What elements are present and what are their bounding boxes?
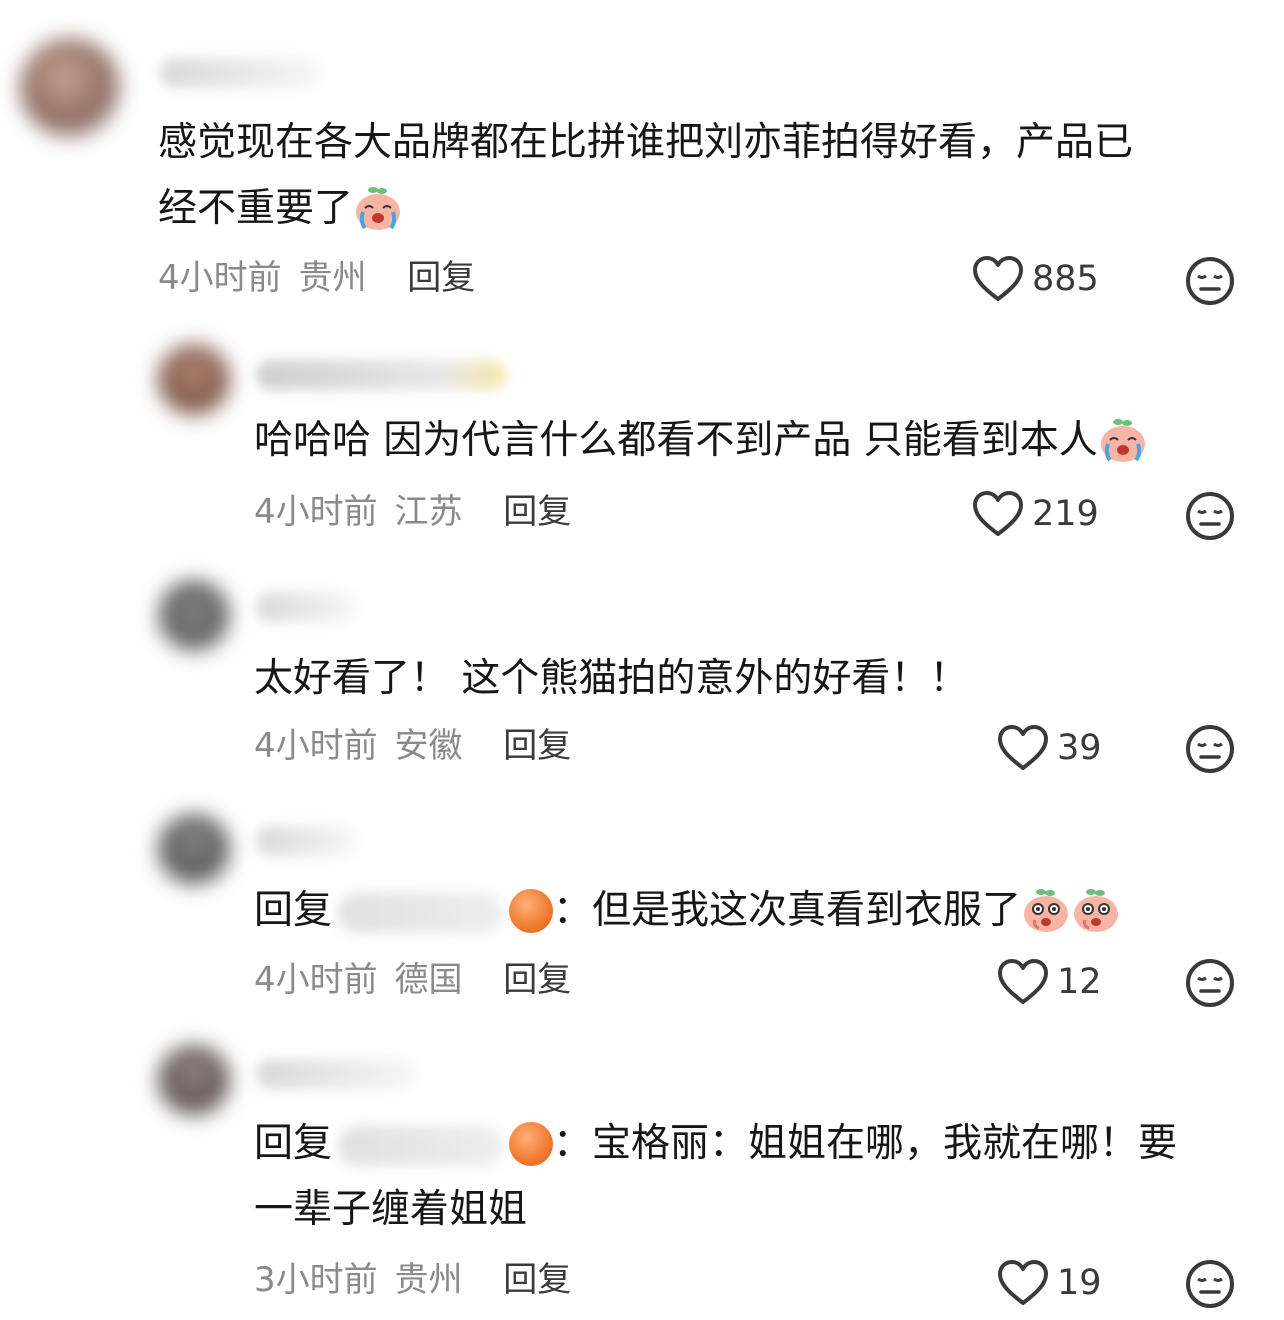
mentioned-username[interactable] xyxy=(338,1125,504,1166)
comment-text-line: ：但是我这次真看到衣服了 xyxy=(553,888,1022,933)
comment-time: 4小时前 xyxy=(158,258,282,298)
like-count: 219 xyxy=(1032,494,1099,534)
avatar[interactable] xyxy=(20,38,120,138)
like-button[interactable]: 39 xyxy=(997,724,1102,772)
comment-3: 太好看了！ 这个熊猫拍的意外的好看！！ 4小时前 安徽 回复 39 xyxy=(0,560,1284,800)
crying-peach-emoji xyxy=(1100,418,1145,462)
comment-text-line: ：宝格丽：姐姐在哪，我就在哪！要 xyxy=(553,1121,1178,1166)
like-button[interactable]: 219 xyxy=(972,490,1099,538)
neutral-face-icon[interactable] xyxy=(1185,724,1235,774)
shocked-peach-emoji xyxy=(1024,888,1069,932)
comment-location: 安徽 xyxy=(394,726,463,766)
comment-text-line: 感觉现在各大品牌都在比拼谁把刘亦菲拍得好看，产品已 xyxy=(158,120,1134,165)
comment-meta: 4小时前 德国 回复 xyxy=(254,960,571,1000)
heart-outline-icon xyxy=(998,1260,1048,1305)
comment-2: 哈哈哈 因为代言什么都看不到产品 只能看到本人 4小时前 江苏 回复 219 xyxy=(0,320,1284,560)
reply-prefix: 回复 xyxy=(254,888,333,933)
comment-text: 感觉现在各大品牌都在比拼谁把刘亦菲拍得好看，产品已 经不重要了 xyxy=(158,110,1133,242)
comment-text: 太好看了！ 这个熊猫拍的意外的好看！！ xyxy=(254,646,968,712)
comment-5: 回复 ：宝格丽：姐姐在哪，我就在哪！要 一辈子缠着姐姐 3小时前 贵州 回复 19 xyxy=(0,1035,1284,1320)
shocked-peach-emoji xyxy=(1074,888,1119,932)
reply-prefix: 回复 xyxy=(254,1121,333,1166)
neutral-face-icon[interactable] xyxy=(1185,958,1235,1008)
username[interactable] xyxy=(256,592,356,622)
username[interactable] xyxy=(256,826,356,856)
comment-time: 4小时前 xyxy=(254,492,378,532)
comment-meta: 4小时前 安徽 回复 xyxy=(254,726,571,766)
comment-1: 感觉现在各大品牌都在比拼谁把刘亦菲拍得好看，产品已 经不重要了 4小时前 贵州 … xyxy=(0,0,1284,320)
orange-badge-icon xyxy=(509,888,554,933)
comment-text-line: 一辈子缠着姐姐 xyxy=(254,1187,528,1232)
comment-location: 德国 xyxy=(394,960,463,1000)
avatar[interactable] xyxy=(158,344,230,416)
reply-button[interactable]: 回复 xyxy=(407,258,475,298)
like-button[interactable]: 19 xyxy=(997,1259,1102,1307)
crying-peach-emoji xyxy=(356,186,401,230)
username[interactable] xyxy=(160,58,320,88)
heart-outline-icon xyxy=(998,959,1048,1004)
heart-outline-icon xyxy=(973,491,1023,536)
heart-outline-icon xyxy=(973,256,1023,301)
orange-badge-icon xyxy=(509,1121,554,1166)
comment-location: 贵州 xyxy=(298,258,367,298)
comment-time: 4小时前 xyxy=(254,960,378,1000)
username[interactable] xyxy=(256,1059,416,1089)
comment-text-line: 经不重要了 xyxy=(158,186,354,231)
reply-button[interactable]: 回复 xyxy=(503,726,571,766)
reply-button[interactable]: 回复 xyxy=(503,492,571,532)
comment-text-line: 哈哈哈 因为代言什么都看不到产品 只能看到本人 xyxy=(254,418,1098,463)
comment-time: 4小时前 xyxy=(254,726,378,766)
username[interactable] xyxy=(256,360,506,390)
neutral-face-icon[interactable] xyxy=(1185,1259,1235,1309)
avatar[interactable] xyxy=(158,1045,230,1117)
reply-button[interactable]: 回复 xyxy=(503,1260,571,1300)
comment-text: 回复 ：但是我这次真看到衣服了 xyxy=(254,878,1121,944)
mentioned-username[interactable] xyxy=(338,892,504,933)
comment-4: 回复 ：但是我这次真看到衣服了 4小时前 德国 回复 12 xyxy=(0,800,1284,1035)
comment-location: 江苏 xyxy=(394,492,463,532)
avatar[interactable] xyxy=(158,580,230,652)
like-count: 19 xyxy=(1057,1263,1102,1303)
like-count: 39 xyxy=(1057,728,1102,768)
comment-location: 贵州 xyxy=(394,1260,463,1300)
reply-button[interactable]: 回复 xyxy=(503,960,571,1000)
comment-meta: 4小时前 贵州 回复 xyxy=(158,258,475,298)
comment-text: 哈哈哈 因为代言什么都看不到产品 只能看到本人 xyxy=(254,408,1148,474)
comment-text: 回复 ：宝格丽：姐姐在哪，我就在哪！要 一辈子缠着姐姐 xyxy=(254,1111,1177,1243)
comment-meta: 4小时前 江苏 回复 xyxy=(254,492,571,532)
like-button[interactable]: 12 xyxy=(997,958,1102,1006)
comment-time: 3小时前 xyxy=(254,1260,378,1300)
like-count: 885 xyxy=(1032,259,1099,299)
avatar[interactable] xyxy=(158,814,230,886)
neutral-face-icon[interactable] xyxy=(1185,256,1235,306)
neutral-face-icon[interactable] xyxy=(1185,491,1235,541)
like-count: 12 xyxy=(1057,962,1102,1002)
like-button[interactable]: 885 xyxy=(972,255,1099,303)
comment-meta: 3小时前 贵州 回复 xyxy=(254,1260,571,1300)
comment-text-line: 太好看了！ 这个熊猫拍的意外的好看！！ xyxy=(254,656,969,701)
heart-outline-icon xyxy=(998,725,1048,770)
